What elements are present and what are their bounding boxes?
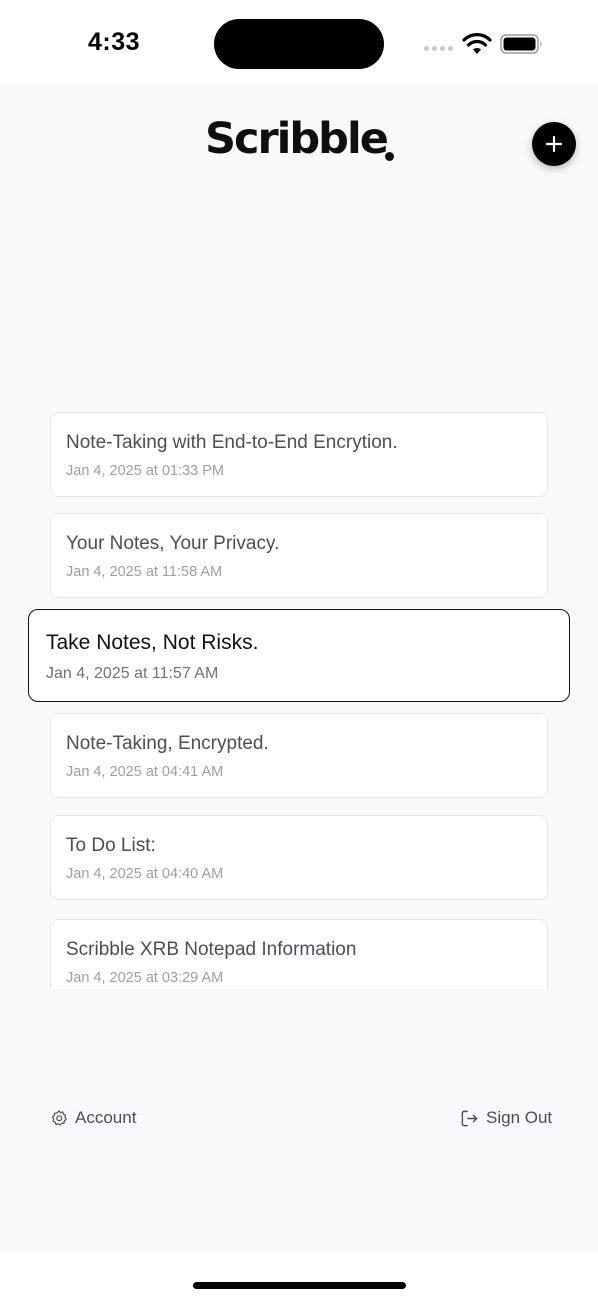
sign-out-button[interactable]: Sign Out (460, 1108, 552, 1128)
note-date: Jan 4, 2025 at 04:40 AM (66, 866, 224, 882)
app-logo: Scribble (205, 114, 389, 164)
note-card[interactable]: Scribble XRB Notepad Information Jan 4, … (50, 919, 548, 989)
status-time: 4:33 (88, 28, 141, 56)
gear-icon (51, 1110, 67, 1126)
note-title: Your Notes, Your Privacy. (66, 533, 280, 554)
note-card[interactable]: Your Notes, Your Privacy. Jan 4, 2025 at… (50, 513, 548, 598)
home-indicator-area (0, 1252, 598, 1300)
note-date: Jan 4, 2025 at 11:58 AM (66, 564, 223, 580)
note-title: Take Notes, Not Risks. (46, 631, 259, 654)
add-note-button[interactable] (532, 122, 576, 166)
account-label: Account (75, 1108, 137, 1127)
note-card[interactable]: To Do List: Jan 4, 2025 at 04:40 AM (50, 815, 548, 900)
home-indicator[interactable] (193, 1282, 406, 1289)
status-bar: 4:33 (0, 0, 598, 84)
account-button[interactable]: Account (50, 1108, 136, 1128)
note-card-selected[interactable]: Take Notes, Not Risks. Jan 4, 2025 at 11… (28, 609, 570, 702)
cellular-signal-icon (424, 46, 453, 51)
note-title: Scribble XRB Notepad Information (66, 939, 357, 960)
plus-icon (545, 135, 563, 153)
battery-icon (500, 34, 542, 54)
logo-dot (385, 152, 394, 161)
dynamic-island (214, 19, 384, 69)
notes-list[interactable]: Note-Taking with End-to-End Encrytion. J… (0, 404, 598, 989)
sign-out-label: Sign Out (486, 1108, 553, 1127)
note-date: Jan 4, 2025 at 01:33 PM (66, 463, 224, 479)
note-card[interactable]: Note-Taking, Encrypted. Jan 4, 2025 at 0… (50, 713, 548, 798)
note-title: Note-Taking with End-to-End Encrytion. (66, 432, 398, 453)
note-date: Jan 4, 2025 at 11:57 AM (46, 665, 219, 682)
app-screen: Scribble Note-Taking with End-to-End Enc… (0, 84, 598, 1252)
note-date: Jan 4, 2025 at 03:29 AM (66, 970, 224, 986)
wifi-icon (462, 33, 492, 54)
note-date: Jan 4, 2025 at 04:41 AM (66, 764, 224, 780)
note-title: Note-Taking, Encrypted. (66, 733, 269, 754)
sign-out-icon (461, 1110, 478, 1126)
note-title: To Do List: (66, 835, 156, 856)
note-card[interactable]: Note-Taking with End-to-End Encrytion. J… (50, 412, 548, 497)
